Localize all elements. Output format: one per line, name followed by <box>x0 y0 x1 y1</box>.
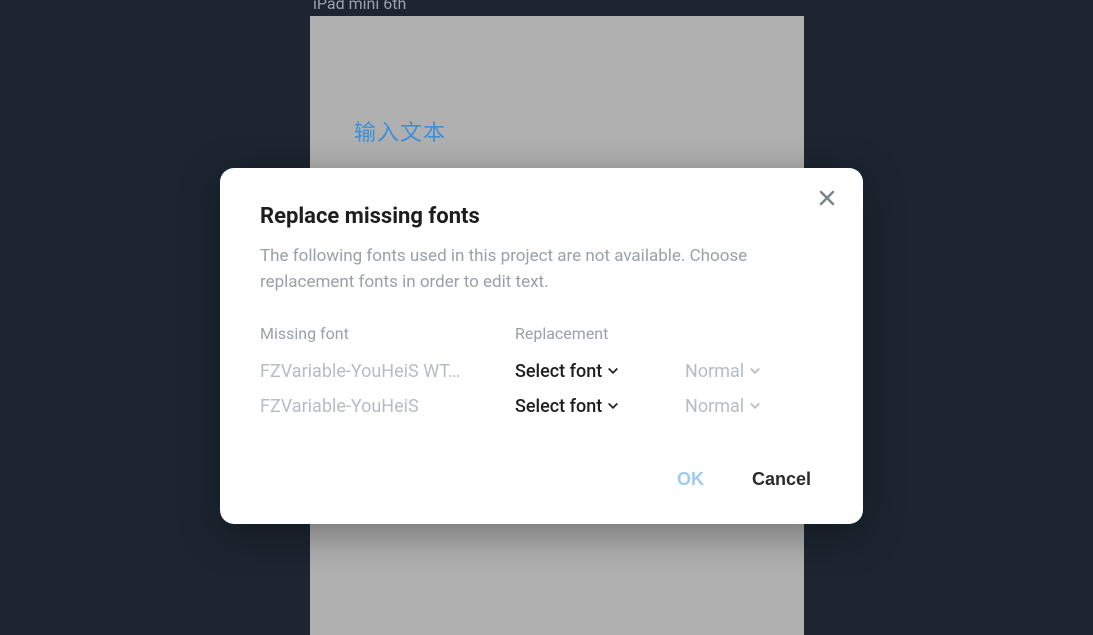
columns-header: Missing font Replacement <box>260 324 823 343</box>
replacement-weight-select[interactable]: Normal <box>685 396 823 417</box>
replacement-font-select[interactable]: Select font <box>515 361 685 382</box>
modal-title: Replace missing fonts <box>260 204 823 229</box>
close-icon <box>819 189 835 211</box>
missing-font-name: FZVariable-YouHeiS <box>260 396 515 417</box>
select-weight-label: Normal <box>685 396 744 417</box>
missing-font-name: FZVariable-YouHeiS WT… <box>260 361 515 382</box>
column-header-missing: Missing font <box>260 324 515 343</box>
cancel-button[interactable]: Cancel <box>750 465 813 494</box>
modal-actions: OK Cancel <box>260 465 823 494</box>
chevron-down-icon <box>750 368 760 375</box>
chevron-down-icon <box>608 403 618 410</box>
chevron-down-icon <box>608 368 618 375</box>
select-weight-label: Normal <box>685 361 744 382</box>
select-font-label: Select font <box>515 396 602 417</box>
ok-button[interactable]: OK <box>675 465 706 494</box>
replacement-weight-select[interactable]: Normal <box>685 361 823 382</box>
replace-fonts-modal: Replace missing fonts The following font… <box>220 168 863 524</box>
chevron-down-icon <box>750 403 760 410</box>
column-header-replacement: Replacement <box>515 324 823 343</box>
select-font-label: Select font <box>515 361 602 382</box>
font-row: FZVariable-YouHeiS WT… Select font Norma… <box>260 361 823 382</box>
modal-description: The following fonts used in this project… <box>260 243 760 296</box>
font-row: FZVariable-YouHeiS Select font Normal <box>260 396 823 417</box>
close-button[interactable] <box>813 186 841 214</box>
replacement-font-select[interactable]: Select font <box>515 396 685 417</box>
